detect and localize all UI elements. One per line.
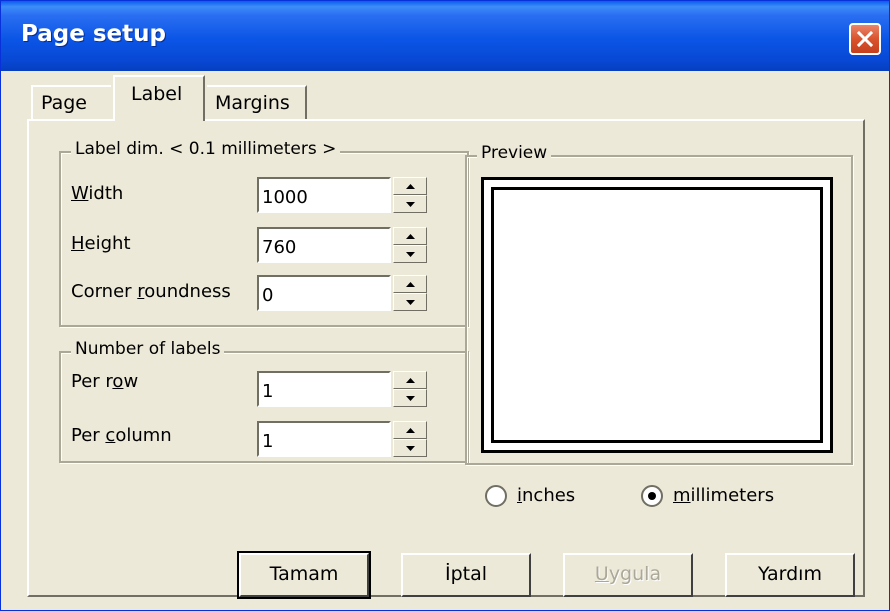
width-label: Width — [71, 183, 124, 204]
title-bar[interactable]: Page setup — [1, 1, 889, 71]
tab-margins[interactable]: Margins — [207, 85, 307, 119]
per-row-up-button[interactable] — [393, 371, 427, 389]
corner-roundness-spinner — [257, 275, 427, 313]
close-icon — [857, 31, 873, 47]
arrow-up-icon — [406, 184, 415, 189]
ok-button[interactable]: Tamam — [237, 551, 371, 599]
corner-down-button[interactable] — [393, 293, 427, 311]
per-row-down-button[interactable] — [393, 389, 427, 407]
per-column-field[interactable] — [257, 421, 391, 457]
height-field[interactable] — [257, 227, 391, 263]
width-spinner — [257, 177, 427, 215]
arrow-up-icon — [406, 234, 415, 239]
corner-up-button[interactable] — [393, 275, 427, 293]
cancel-button[interactable]: İptal — [401, 553, 531, 597]
height-spinner — [257, 227, 427, 265]
window-title: Page setup — [21, 21, 166, 47]
height-up-button[interactable] — [393, 227, 427, 245]
tab-label[interactable]: Label — [113, 75, 205, 121]
arrow-down-icon — [406, 300, 415, 305]
help-button[interactable]: Yardım — [725, 553, 855, 597]
width-down-button[interactable] — [393, 195, 427, 213]
height-label: Height — [71, 233, 131, 254]
tab-page-label: Page — [41, 92, 87, 114]
number-of-labels-legend: Number of labels — [71, 339, 225, 359]
per-column-up-button[interactable] — [393, 421, 427, 439]
arrow-down-icon — [406, 396, 415, 401]
preview-legend: Preview — [477, 143, 552, 163]
inches-radio[interactable] — [485, 485, 507, 507]
radio-selected-dot — [648, 492, 656, 500]
arrow-down-icon — [406, 446, 415, 451]
tab-page[interactable]: Page — [31, 85, 111, 119]
per-column-down-button[interactable] — [393, 439, 427, 457]
per-column-spinner — [257, 421, 427, 459]
arrow-down-icon — [406, 252, 415, 257]
millimeters-radio[interactable] — [641, 485, 663, 507]
width-field[interactable] — [257, 177, 391, 213]
per-row-input[interactable] — [262, 379, 384, 403]
millimeters-label[interactable]: millimeters — [673, 485, 774, 506]
corner-roundness-input[interactable] — [262, 283, 384, 307]
page-setup-dialog: Page setup Page Label Margins Label dim.… — [0, 0, 890, 611]
arrow-down-icon — [406, 202, 415, 207]
label-preview-shape — [491, 187, 823, 443]
close-button[interactable] — [849, 23, 881, 55]
height-down-button[interactable] — [393, 245, 427, 263]
per-row-label: Per row — [71, 371, 139, 392]
tab-label-label: Label — [131, 83, 183, 105]
inches-label[interactable]: inches — [517, 485, 575, 506]
corner-roundness-field[interactable] — [257, 275, 391, 311]
per-row-field[interactable] — [257, 371, 391, 407]
arrow-up-icon — [406, 282, 415, 287]
apply-button[interactable]: Uygula — [563, 553, 693, 597]
preview-canvas — [481, 177, 833, 453]
tab-margins-label: Margins — [215, 92, 290, 114]
per-row-spinner — [257, 371, 427, 409]
arrow-up-icon — [406, 428, 415, 433]
per-column-input[interactable] — [262, 429, 384, 453]
height-input[interactable] — [262, 235, 384, 259]
label-dim-legend: Label dim. < 0.1 millimeters > — [71, 139, 341, 159]
width-up-button[interactable] — [393, 177, 427, 195]
corner-roundness-label: Corner roundness — [71, 281, 231, 302]
per-column-label: Per column — [71, 425, 172, 446]
arrow-up-icon — [406, 378, 415, 383]
width-input[interactable] — [262, 185, 384, 209]
